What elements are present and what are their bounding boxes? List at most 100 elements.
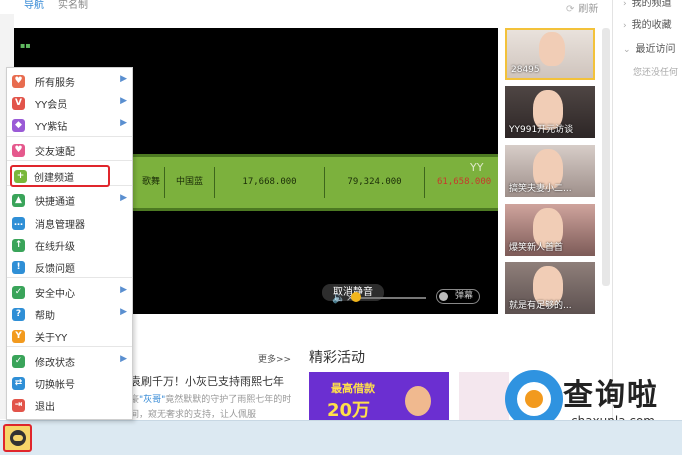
danmu-toggle[interactable]: 弹幕 [436,289,480,304]
tab-realname[interactable]: 实名制 [58,0,88,12]
menu-separator [7,136,132,137]
right-item-label: 最近访问 [635,44,676,55]
switch-account-icon: ⇄ [12,377,25,390]
thumbnail-card[interactable]: 28495 [505,28,595,80]
thumbnail-card[interactable]: 搞笑夫妻小二... [505,145,595,197]
submenu-arrow-icon: ▶ [120,74,127,84]
submenu-arrow-icon: ▶ [120,307,127,317]
volume-knob[interactable] [351,292,362,302]
thumbnail-caption: YY991开元访谈 [509,125,574,135]
vip-icon: V [12,97,25,110]
submenu-arrow-icon: ▶ [120,285,127,295]
volume-slider[interactable] [352,297,426,299]
refresh-icon: ⟳ [566,4,575,15]
thumbnail-caption: 搞笑夫妻小二... [509,184,572,194]
submenu-arrow-icon: ▶ [120,118,127,128]
menu-item[interactable]: ✓ 修改状态 ▶ [7,350,132,372]
news-title[interactable]: 袁刷千万！小灰已支持雨熙七年 [130,373,284,389]
menu-item-label: 帮助 [35,311,55,322]
taskbar [0,420,682,455]
thumbnail-caption: 就是有足够的... [509,301,572,311]
submenu-arrow-icon: ▶ [120,354,127,364]
menu-item-label: YY会员 [35,100,68,111]
refresh-label: 刷新 [578,4,599,15]
thumbnail-caption: 28495 [511,65,540,75]
thumbnail-card[interactable]: YY991开元访谈 [505,86,595,138]
logo-core [525,390,543,408]
menu-item-label: YY紫钻 [35,122,68,133]
table-cell: 79,324.000 [324,167,424,198]
menu-item[interactable]: ♥ 交友速配 [7,139,132,161]
menu-item[interactable]: ? 帮助 ▶ [7,303,132,325]
about-icon: Y [12,330,25,343]
submenu-arrow-icon: ▶ [120,193,127,203]
menu-item-label: 消息管理器 [35,220,85,231]
exit-icon: ⇥ [12,399,25,412]
menu-item[interactable]: ✓ 安全中心 ▶ [7,281,132,303]
menu-item[interactable]: ↑ 在线升级 [7,234,132,256]
right-item-recent[interactable]: ⌄ 最近访问 [623,40,676,55]
menu-item-label: 反馈问题 [35,264,75,275]
thumbnail-card[interactable]: 就是有足够的... [505,262,595,314]
shield-icon: ✓ [12,286,25,299]
status-icon: ✓ [12,355,25,368]
diamond-icon: ◆ [12,119,25,132]
chevron-right-icon: › [623,0,627,9]
right-item-label: 我的频道 [631,0,672,9]
shortcut-icon: ▲ [12,194,25,207]
yy-watermark: YY [470,161,484,174]
loan-banner[interactable]: 最高借款 20万 [309,372,449,420]
menu-item-label: 快捷通道 [35,197,75,208]
news-description: 豪"灰哥"竟然默默的守护了雨熙七年的时间，窥无奢求的支持，让人佩服 [130,393,300,423]
signal-icon: ▪▪ [20,41,31,50]
menu-item-label: 关于YY [35,333,68,344]
news-desc-highlight[interactable]: "灰哥" [139,395,165,405]
tab-nav[interactable]: 导航 [24,0,44,12]
banner-line1: 最高借款 [331,382,375,395]
top-tabs: 导航 实名制 ⟳ 刷新 [0,0,612,15]
activity-banner[interactable] [459,372,509,420]
refresh-button[interactable]: ⟳ 刷新 [566,0,598,15]
right-item-label: 我的收藏 [631,20,672,31]
recent-empty-note: 您还没任何 [633,68,679,78]
watermark-brand: 查询啦 [563,378,659,413]
menu-item[interactable]: ! 反馈问题 [7,256,132,278]
message-icon: … [12,217,25,230]
menu-item[interactable]: ⇄ 切换帐号 [7,372,132,394]
menu-item-label: 切换帐号 [35,380,75,391]
menu-item-label: 安全中心 [35,289,75,300]
menu-item-label: 交友速配 [35,147,75,158]
create-channel-icon: + [14,170,27,183]
menu-item[interactable]: + 创建频道 [10,165,110,187]
right-item-favorites[interactable]: › 我的收藏 [623,16,672,31]
menu-item[interactable]: V YY会员 ▶ [7,92,132,114]
menu-item[interactable]: … 消息管理器 [7,212,132,234]
yy-tray-button[interactable] [3,424,32,452]
right-item-my-channels[interactable]: › 我的频道 [623,0,672,9]
thumbnails-scrollbar[interactable] [602,28,610,286]
menu-item-label: 修改状态 [35,358,75,369]
feedback-icon: ! [12,261,25,274]
table-cell: 中国蓝 [164,167,214,198]
upgrade-icon: ↑ [12,239,25,252]
match-icon: ♥ [12,144,25,157]
menu-item[interactable]: ♥ 所有服务 ▶ [7,70,132,92]
chevron-right-icon: › [623,21,627,31]
banner-line2: 20万 [327,400,371,420]
banner-figure [405,386,431,416]
menu-item[interactable]: ⇥ 退出 [7,394,132,416]
menu-item[interactable]: ◆ YY紫钻 ▶ [7,114,132,136]
thumbnail-caption: 爆笑新人首首 [509,243,564,253]
table-cell: 61,658.000 [424,167,498,198]
submenu-arrow-icon: ▶ [120,96,127,106]
toggle-knob [439,292,448,301]
menu-item[interactable]: ▲ 快捷通道 ▶ [7,189,132,211]
more-link[interactable]: 更多>> [258,352,291,365]
menu-item-label: 在线升级 [35,242,75,253]
menu-item-label: 所有服务 [35,78,75,89]
menu-item[interactable]: Y 关于YY [7,325,132,347]
thumbnail-card[interactable]: 爆笑新人首首 [505,204,595,256]
help-icon: ? [12,308,25,321]
heart-icon: ♥ [12,75,25,88]
chevron-down-icon: ⌄ [623,45,631,55]
